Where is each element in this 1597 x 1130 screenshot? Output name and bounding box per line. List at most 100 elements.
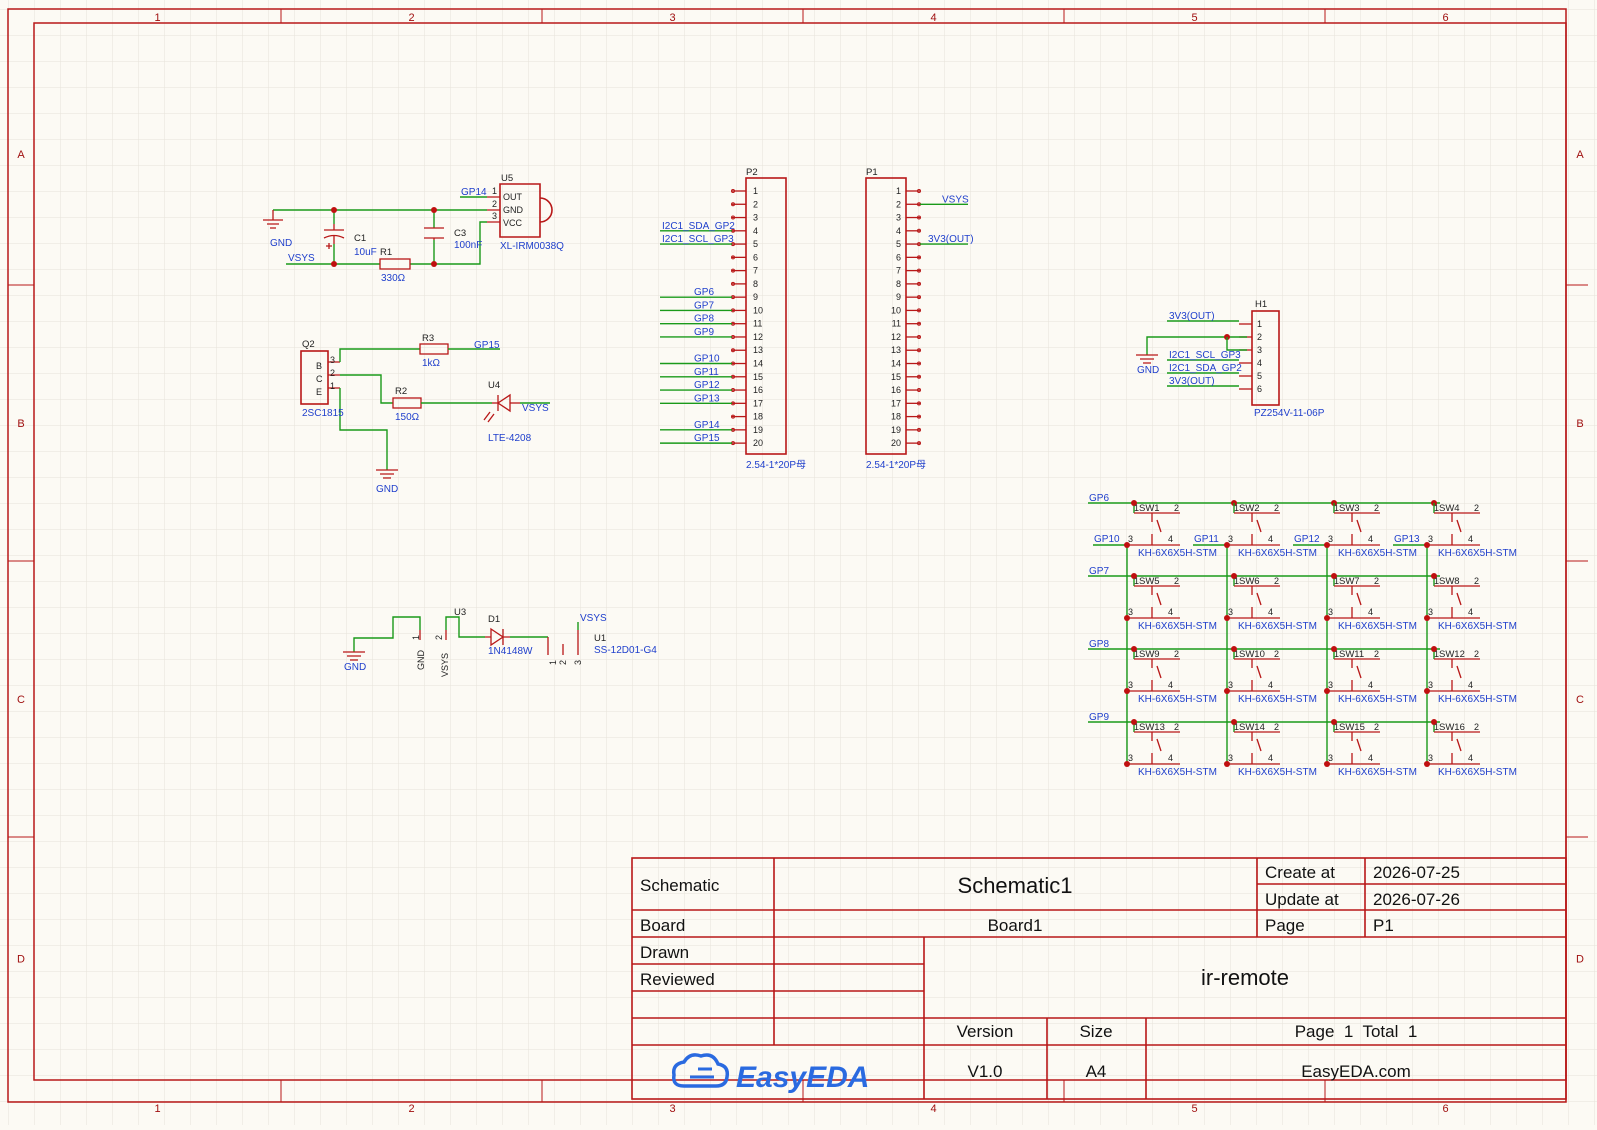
- switch-designator: SW3: [1339, 503, 1360, 514]
- switch-pin-2: 2: [1474, 503, 1479, 513]
- switch-part: KH-6X6X5H-STM: [1438, 694, 1517, 705]
- gnd-label: GND: [344, 662, 366, 673]
- switch-pin-4: 4: [1268, 534, 1273, 544]
- switch-pin-2: 2: [1174, 576, 1179, 586]
- gnd-label: GND: [270, 238, 292, 249]
- p2-pin-number: 13: [753, 345, 763, 355]
- gnd-label: GND: [376, 484, 398, 495]
- net-label-vsys: VSYS: [580, 613, 607, 624]
- p1-part: 2.54-1*20P母: [866, 459, 926, 471]
- h1-net-label: 3V3(OUT): [1169, 376, 1215, 387]
- junction-dot: [1324, 761, 1330, 767]
- ruler-col-label: 4: [930, 12, 936, 24]
- junction-dot: [1124, 688, 1130, 694]
- junction-dot: [1424, 615, 1430, 621]
- net-label-gp14: GP14: [461, 187, 487, 198]
- switch-part: KH-6X6X5H-STM: [1238, 767, 1317, 778]
- tb-site: EasyEDA.com: [1301, 1062, 1411, 1081]
- switch-designator: SW9: [1139, 649, 1160, 660]
- keypad-col-net: GP12: [1294, 534, 1320, 545]
- ruler-row-label: B: [1576, 418, 1583, 430]
- keypad-col-net: GP11: [1194, 534, 1219, 545]
- p1-designator: P1: [866, 167, 878, 178]
- switch-designator: SW16: [1439, 722, 1465, 733]
- tb-size: A4: [1086, 1062, 1107, 1081]
- switch-designator: SW8: [1439, 576, 1460, 587]
- p2-pin-number: 8: [753, 279, 758, 289]
- tb-create-label: Create at: [1265, 863, 1335, 882]
- switch-pin-3: 3: [1328, 753, 1333, 763]
- h1-pin-number: 5: [1257, 371, 1262, 381]
- r3-designator: R3: [422, 333, 434, 344]
- net-label-vsys: VSYS: [288, 253, 315, 264]
- h1-pin-number: 3: [1257, 345, 1262, 355]
- ruler-row-label: C: [17, 694, 25, 706]
- switch-part: KH-6X6X5H-STM: [1338, 621, 1417, 632]
- junction-dot: [1124, 761, 1130, 767]
- p2-net-label: I2C1_SDA_GP2: [662, 221, 735, 232]
- junction-dot: [1224, 761, 1230, 767]
- c3-designator: C3: [454, 228, 466, 239]
- keypad-col-net: GP10: [1094, 534, 1120, 545]
- u1-pin-2: 2: [558, 660, 568, 665]
- switch-part: KH-6X6X5H-STM: [1338, 694, 1417, 705]
- u1-designator: U1: [594, 633, 606, 644]
- junction-dot: [1324, 615, 1330, 621]
- keypad-row-net: GP7: [1089, 566, 1109, 577]
- switch-designator: SW7: [1339, 576, 1360, 587]
- q2-pin-1: 1: [330, 381, 335, 391]
- junction-dot: [1424, 688, 1430, 694]
- switch-pin-2: 2: [1274, 722, 1279, 732]
- switch-part: KH-6X6X5H-STM: [1138, 548, 1217, 559]
- ruler-col-label: 3: [669, 12, 675, 24]
- r2-designator: R2: [395, 386, 407, 397]
- q2-pin-e: E: [316, 387, 322, 397]
- switch-part: KH-6X6X5H-STM: [1238, 548, 1317, 559]
- switch-pin-2: 2: [1374, 503, 1379, 513]
- switch-designator: SW13: [1139, 722, 1165, 733]
- u1-pin-3: 3: [573, 660, 583, 665]
- h1-pin-number: 1: [1257, 319, 1262, 329]
- q2-pin-b: B: [316, 361, 322, 371]
- switch-part: KH-6X6X5H-STM: [1438, 767, 1517, 778]
- q2-pin-c: C: [316, 374, 323, 384]
- p2-pin-number: 17: [753, 398, 763, 408]
- c1-value: 10uF: [354, 247, 377, 258]
- u5-designator: U5: [501, 173, 513, 184]
- d1-designator: D1: [488, 614, 500, 625]
- switch-pin-3: 3: [1428, 680, 1433, 690]
- p2-pin-number: 2: [753, 199, 758, 209]
- switch-pin-4: 4: [1468, 534, 1473, 544]
- p2-pin-number: 4: [753, 226, 758, 236]
- switch-designator: SW11: [1339, 649, 1364, 660]
- keypad-col-net: GP13: [1394, 534, 1420, 545]
- switch-pin-4: 4: [1468, 607, 1473, 617]
- p2-pin-number: 11: [753, 319, 762, 329]
- switch-designator: SW10: [1239, 649, 1265, 660]
- switch-pin-3: 3: [1228, 607, 1233, 617]
- switch-pin-3: 3: [1128, 607, 1133, 617]
- switch-part: KH-6X6X5H-STM: [1138, 767, 1217, 778]
- p2-net-label: GP7: [694, 300, 714, 311]
- p1-net-label: 3V3(OUT): [928, 234, 974, 245]
- switch-pin-3: 3: [1428, 534, 1433, 544]
- u4-designator: U4: [488, 380, 500, 391]
- tb-create-date: 2026-07-25: [1373, 863, 1460, 882]
- tb-reviewed-label: Reviewed: [640, 970, 715, 989]
- p2-pin-number: 14: [753, 359, 763, 369]
- u4-part: LTE-4208: [488, 433, 532, 444]
- r1-value: 330Ω: [381, 273, 406, 284]
- switch-designator: SW1: [1139, 503, 1160, 514]
- p1-pin-number: 3: [896, 213, 901, 223]
- switch-pin-2: 2: [1474, 649, 1479, 659]
- u5-pin-1: 1: [492, 186, 497, 196]
- grid-background: [0, 0, 1597, 1125]
- p2-designator: P2: [746, 167, 758, 178]
- p1-pin-number: 17: [891, 398, 901, 408]
- h1-net-label: 3V3(OUT): [1169, 311, 1215, 322]
- ruler-col-label: 5: [1191, 12, 1197, 24]
- switch-part: KH-6X6X5H-STM: [1438, 548, 1517, 559]
- p1-pin-number: 13: [891, 345, 901, 355]
- p2-pin-number: 6: [753, 252, 758, 262]
- r2-value: 150Ω: [395, 412, 420, 423]
